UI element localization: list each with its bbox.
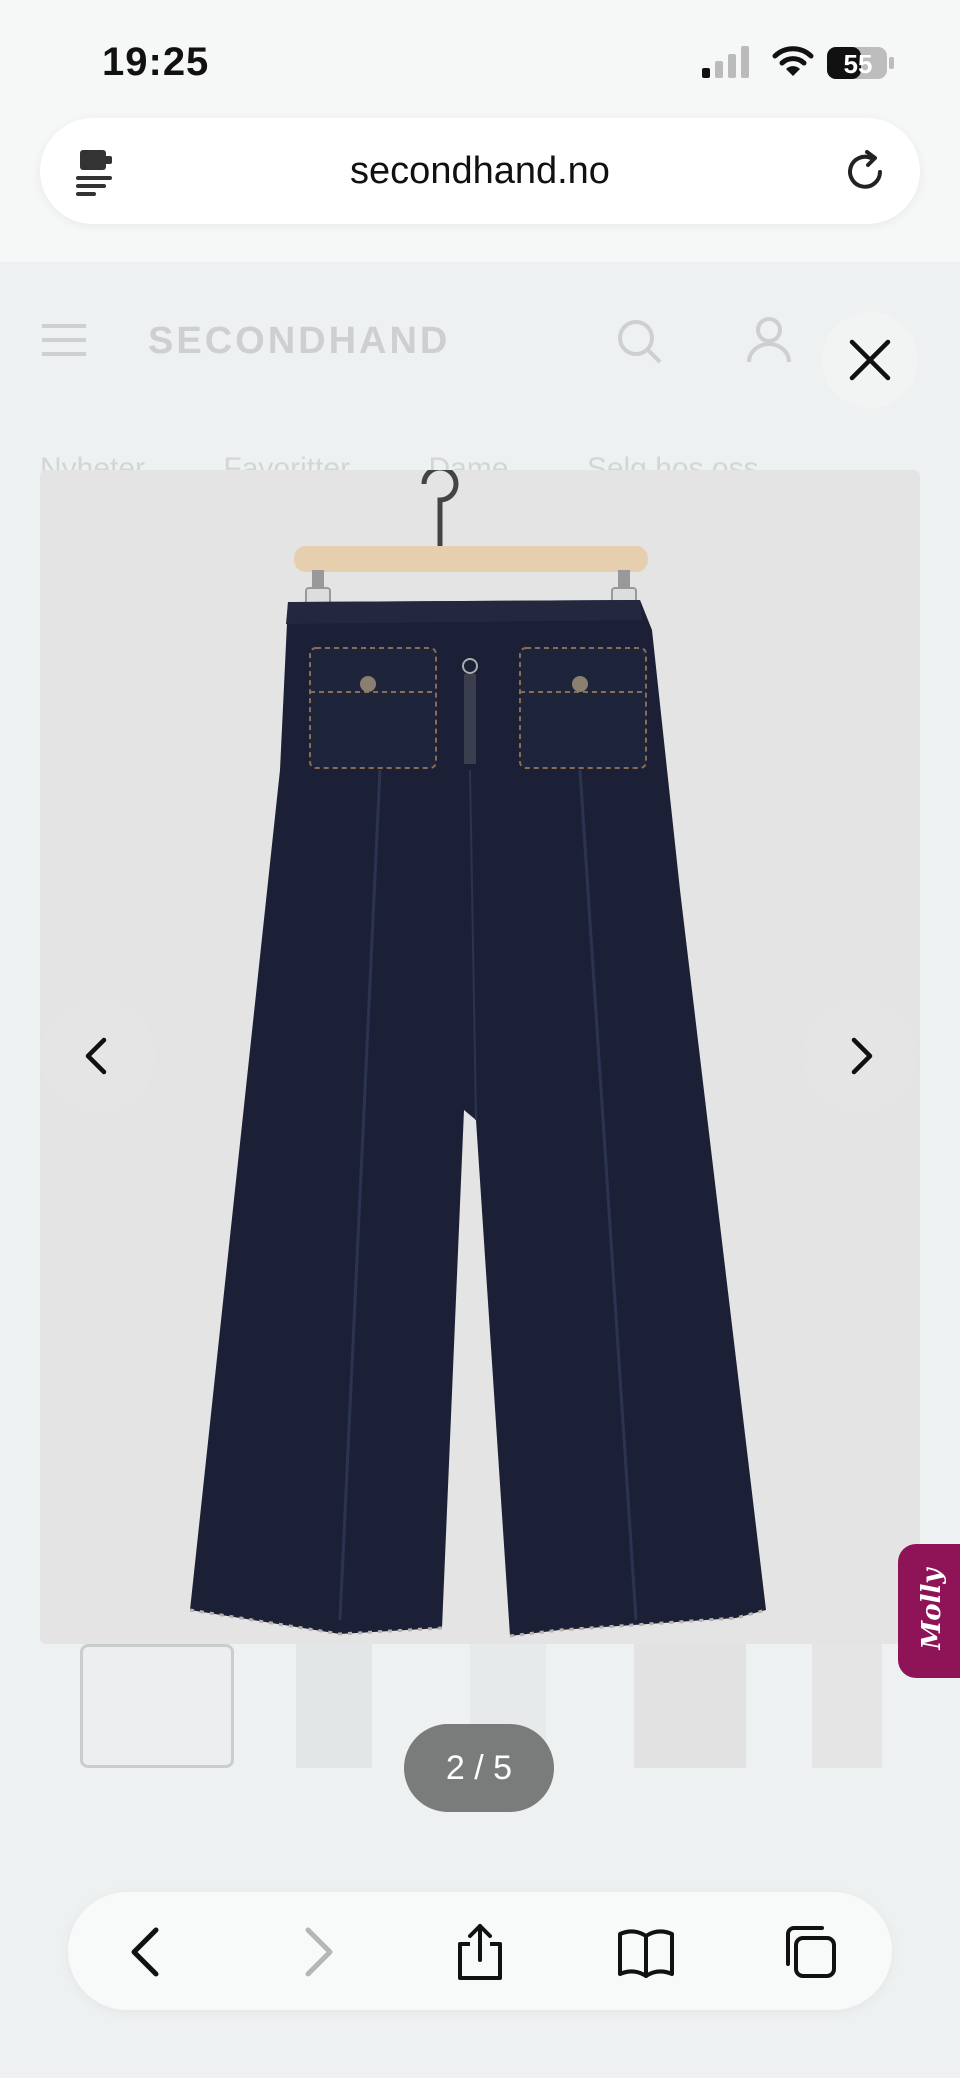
chevron-right-icon (851, 1037, 873, 1075)
address-bar[interactable]: secondhand.no (40, 118, 920, 224)
next-image-button[interactable] (802, 998, 918, 1114)
back-button[interactable] (118, 1922, 178, 1982)
jeans-illustration (189, 470, 767, 1638)
close-lightbox-button[interactable] (822, 312, 918, 408)
thumbnail-5[interactable] (812, 1644, 882, 1768)
battery-icon: 55 (826, 46, 896, 80)
tabs-icon (786, 1926, 836, 1978)
share-icon (458, 1924, 502, 1980)
chevron-left-icon (85, 1037, 107, 1075)
thumbnail-4[interactable] (634, 1644, 746, 1768)
back-icon (131, 1927, 159, 1977)
cellular-signal-icon (702, 46, 749, 78)
search-icon (618, 320, 662, 364)
status-time: 19:25 (102, 40, 210, 84)
url-text: secondhand.no (350, 150, 610, 192)
user-icon (747, 317, 791, 363)
close-icon (849, 339, 891, 381)
battery-level: 55 (843, 49, 873, 79)
bookmarks-button[interactable] (616, 1922, 676, 1982)
status-bar: 19:25 55 (0, 0, 960, 110)
product-photo (40, 470, 920, 1644)
image-counter: 2 / 5 (404, 1724, 554, 1812)
previous-image-button[interactable] (40, 998, 156, 1114)
reload-icon[interactable] (842, 148, 888, 194)
forward-button[interactable] (286, 1922, 346, 1982)
forward-icon (305, 1927, 333, 1977)
site-logo: SECONDHAND (148, 320, 451, 362)
thumbnail-2[interactable] (296, 1644, 372, 1768)
share-button[interactable] (450, 1922, 510, 1982)
browser-toolbar (68, 1892, 892, 2010)
hamburger-menu-icon (42, 324, 86, 356)
tabs-button[interactable] (780, 1922, 840, 1982)
bookmarks-icon (618, 1929, 674, 1978)
thumbnail-1[interactable] (80, 1644, 234, 1768)
wifi-icon (772, 46, 814, 76)
